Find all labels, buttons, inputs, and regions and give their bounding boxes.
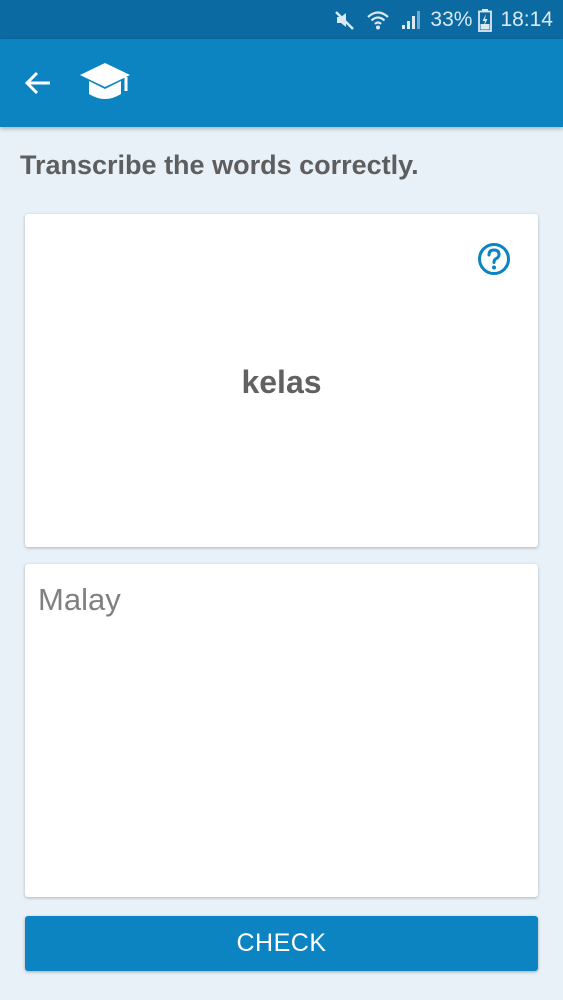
app-bar	[0, 39, 563, 127]
help-button[interactable]	[477, 242, 511, 276]
instruction-text: Transcribe the words correctly.	[20, 150, 419, 180]
back-button[interactable]	[8, 53, 68, 113]
mute-icon	[334, 9, 356, 31]
battery-percent: 33%	[430, 7, 473, 31]
status-bar: 33% 18:14	[0, 0, 563, 39]
answer-card	[25, 564, 538, 897]
battery-icon	[478, 8, 493, 32]
back-arrow-icon	[24, 71, 50, 95]
word-to-transcribe: kelas	[241, 364, 322, 400]
answer-input[interactable]	[25, 564, 538, 897]
check-button[interactable]: CHECK	[25, 916, 538, 971]
question-circle-icon	[478, 243, 510, 275]
signal-icon	[400, 9, 422, 31]
word-card: kelas	[25, 214, 538, 547]
graduation-cap-icon	[78, 61, 132, 105]
wifi-icon	[366, 9, 390, 31]
clock: 18:14	[500, 7, 553, 31]
